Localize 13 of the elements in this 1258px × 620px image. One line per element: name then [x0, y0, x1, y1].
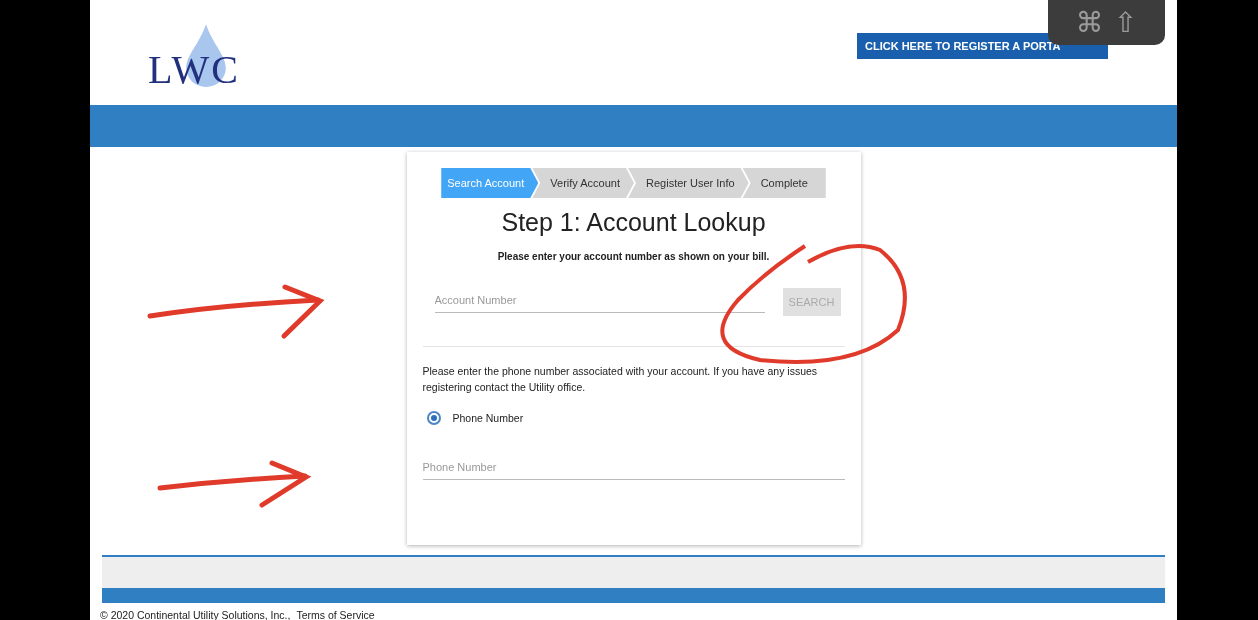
phone-instruction-text: Please enter the phone number associated with your account. If you have any issues registering contact the Utility office.: [422, 364, 819, 395]
terms-link[interactable]: Terms of Service: [296, 609, 375, 620]
step-heading: Step 1: Account Lookup: [501, 208, 766, 237]
account-number-field[interactable]: Account Number: [434, 287, 765, 313]
key-glyph: ⇧: [1113, 6, 1138, 39]
phone-number-field[interactable]: Phone Number: [422, 455, 845, 480]
radio-button[interactable]: [426, 411, 441, 425]
step-tab[interactable]: Register User Info: [628, 168, 749, 198]
step-tab[interactable]: Verify Account: [532, 168, 634, 198]
step-tab[interactable]: Complete: [742, 168, 826, 198]
radio-label: Phone Number: [452, 412, 524, 424]
instruction-text: Please enter your account number as shown on your bill.: [497, 251, 770, 262]
logo: LWC: [148, 18, 258, 90]
